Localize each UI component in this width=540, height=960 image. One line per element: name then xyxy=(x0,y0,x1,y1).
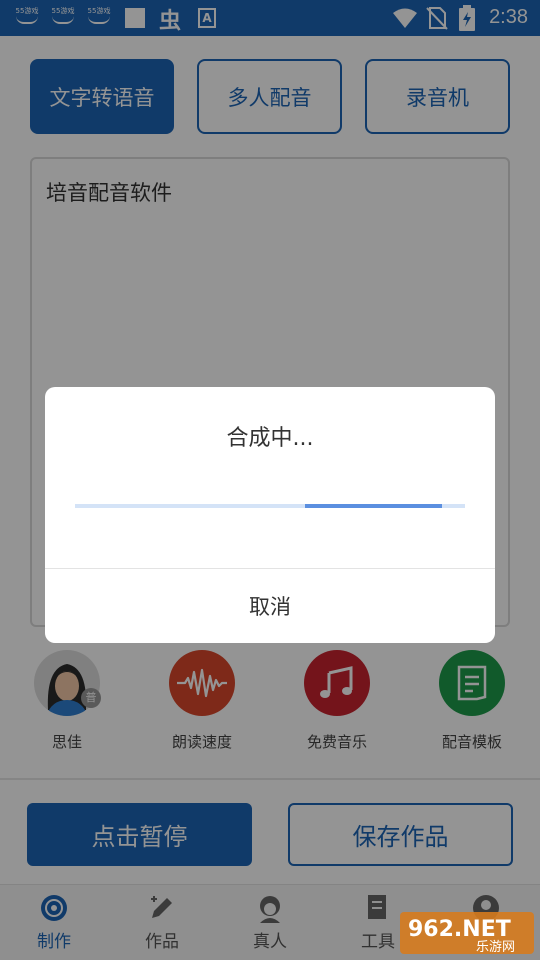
cancel-button[interactable]: 取消 xyxy=(45,569,495,643)
progress-fill xyxy=(305,504,442,508)
watermark-logo: 962.NET 乐游网 xyxy=(400,912,534,955)
progress-bar xyxy=(75,504,465,508)
dialog-title: 合成中... xyxy=(226,426,314,451)
synthesis-dialog: 合成中... 取消 xyxy=(45,387,495,643)
svg-text:乐游网: 乐游网 xyxy=(476,940,515,955)
svg-text:962.NET: 962.NET xyxy=(408,917,511,942)
